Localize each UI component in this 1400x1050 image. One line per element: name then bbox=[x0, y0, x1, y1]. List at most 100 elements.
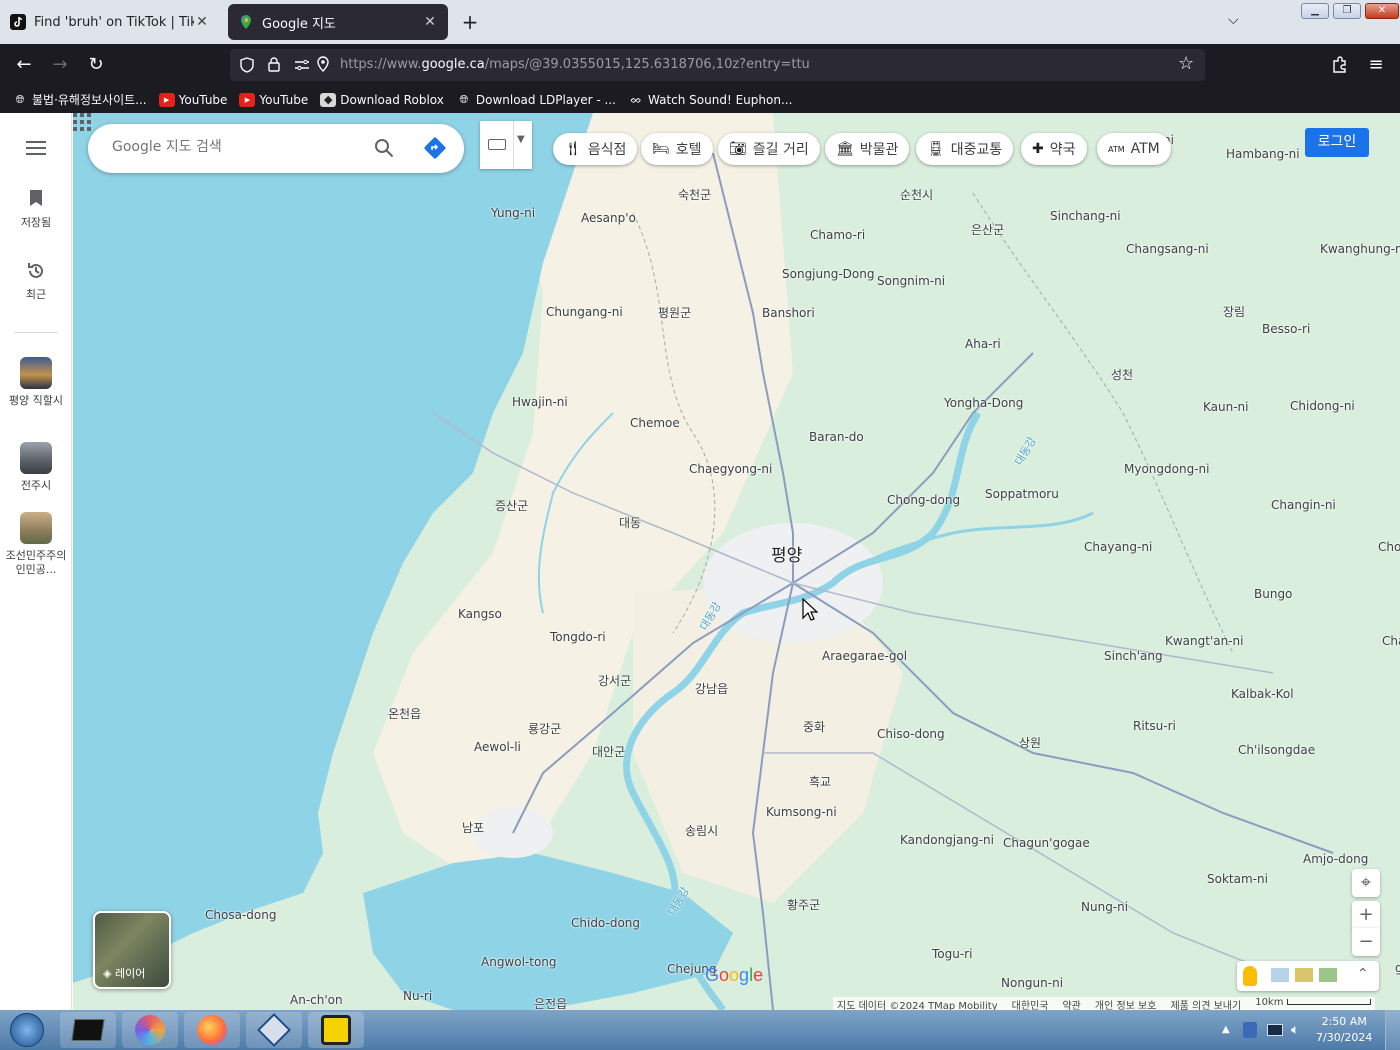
place-label[interactable]: 평원군 bbox=[658, 304, 691, 321]
place-label[interactable]: 장림 bbox=[1223, 303, 1245, 320]
place-label[interactable]: Aesanp'o bbox=[581, 211, 636, 225]
place-label[interactable]: Chongs bbox=[1378, 540, 1400, 554]
minimize-button[interactable]: ▁ bbox=[1301, 3, 1329, 19]
chrome-like-icon[interactable] bbox=[122, 1012, 178, 1048]
menu-hamburger-icon[interactable]: ≡ bbox=[1365, 54, 1387, 76]
close-tab-icon[interactable]: ✕ bbox=[194, 14, 210, 30]
place-label[interactable]: 은산군 bbox=[971, 221, 1004, 238]
place-label[interactable]: 남포 bbox=[462, 819, 484, 836]
place-label[interactable]: 증산군 bbox=[495, 497, 528, 514]
place-label[interactable]: Kangso bbox=[458, 607, 502, 621]
my-location-button[interactable]: ⌖ bbox=[1352, 869, 1380, 897]
zoom-out-button[interactable]: − bbox=[1352, 928, 1380, 956]
restore-button[interactable]: ❐ bbox=[1333, 3, 1361, 19]
location-icon[interactable] bbox=[316, 56, 330, 73]
search-icon[interactable] bbox=[374, 138, 394, 158]
tray-app-icon[interactable] bbox=[1243, 1022, 1257, 1038]
place-label[interactable]: Besso-ri bbox=[1262, 322, 1310, 336]
place-label[interactable]: Togu-ri bbox=[932, 947, 972, 961]
zoom-in-button[interactable]: + bbox=[1352, 901, 1380, 929]
bookmark-item[interactable]: 🌐︎ 불법·유해정보사이트... bbox=[12, 91, 147, 108]
privacy-link[interactable]: 개인 정보 보호 bbox=[1095, 997, 1157, 1010]
place-label[interactable]: Soppatmoru bbox=[985, 487, 1059, 501]
place-label[interactable]: Bungo bbox=[1254, 587, 1292, 601]
place-label[interactable]: Chamo-ri bbox=[810, 228, 865, 242]
directions-icon[interactable] bbox=[424, 137, 446, 159]
terminal-icon[interactable] bbox=[60, 1012, 116, 1048]
place-label[interactable]: Changsang-ni bbox=[1126, 242, 1209, 256]
place-label[interactable]: Sinchang-ni bbox=[1050, 209, 1121, 223]
place-label[interactable]: Yung-ni bbox=[491, 206, 535, 220]
place-label[interactable]: Kumsong-ni bbox=[766, 805, 837, 819]
bookmark-item[interactable]: ▶ YouTube bbox=[239, 92, 308, 107]
place-label[interactable]: 룡강군 bbox=[528, 720, 561, 737]
place-label[interactable]: Kwanghung-ni bbox=[1320, 242, 1400, 256]
place-label[interactable]: 숙천군 bbox=[678, 186, 711, 203]
place-label[interactable]: Banshori bbox=[762, 306, 815, 320]
place-label[interactable]: Chemoe bbox=[630, 416, 680, 430]
place-label[interactable]: Ritsu-ri bbox=[1133, 719, 1176, 733]
rail-recent[interactable]: 최근 bbox=[0, 261, 72, 302]
place-label[interactable]: Ch'ilsongdae bbox=[1238, 743, 1315, 757]
chip-restaurants[interactable]: 🍴︎ 음식점 bbox=[553, 133, 638, 165]
place-label[interactable]: 대안군 bbox=[592, 743, 625, 760]
place-label[interactable]: Nu-ri bbox=[403, 989, 432, 1003]
bookmark-item[interactable]: ◆ Download Roblox bbox=[320, 92, 444, 107]
place-label[interactable]: Tongdo-ri bbox=[550, 630, 606, 644]
close-tab-icon[interactable]: ✕ bbox=[422, 14, 438, 30]
place-label[interactable]: 온천읍 bbox=[388, 705, 421, 722]
virtualbox-icon[interactable] bbox=[246, 1012, 302, 1048]
place-label[interactable]: Chiso-dong bbox=[877, 727, 945, 741]
pegman-icon[interactable] bbox=[1243, 966, 1257, 986]
chip-pharmacy[interactable]: ✚ 약국 bbox=[1021, 133, 1087, 165]
place-label[interactable]: Amjo-dong bbox=[1303, 852, 1368, 866]
place-label[interactable]: Nung-ni bbox=[1081, 900, 1128, 914]
place-label[interactable]: Songnim-ni bbox=[877, 274, 945, 288]
extensions-icon[interactable] bbox=[1331, 55, 1349, 73]
place-label[interactable]: 순천시 bbox=[900, 186, 933, 203]
google-apps-icon[interactable] bbox=[73, 113, 91, 131]
chevron-up-icon[interactable]: ▲ bbox=[1222, 1024, 1230, 1035]
layers-button[interactable]: ◈ 레이어 bbox=[93, 911, 171, 989]
taskbar-clock[interactable]: 2:50 AM 7/30/2024 bbox=[1316, 1014, 1372, 1046]
shield-icon[interactable] bbox=[239, 57, 255, 73]
feedback-link[interactable]: 제품 의견 보내기 bbox=[1170, 997, 1241, 1010]
chevron-down-icon[interactable]: ⌵ bbox=[1228, 12, 1239, 28]
bookmark-item[interactable]: ▶ YouTube bbox=[158, 92, 227, 107]
place-label[interactable]: Chayang-ni bbox=[1084, 540, 1152, 554]
place-label[interactable]: Hwajin-ni bbox=[512, 395, 568, 409]
place-label[interactable]: Soktam-ni bbox=[1207, 872, 1268, 886]
place-label[interactable]: Songjung-Dong bbox=[782, 267, 874, 281]
place-label[interactable]: Chagun'gogae bbox=[1003, 836, 1090, 850]
chevron-up-icon[interactable]: ⌃ bbox=[1357, 966, 1369, 982]
place-label[interactable]: g-ni bbox=[1395, 961, 1400, 975]
place-label[interactable]: Chungang-ni bbox=[546, 305, 623, 319]
place-label[interactable]: Chong-dong bbox=[887, 493, 960, 507]
place-label[interactable]: 은전읍 bbox=[534, 995, 567, 1010]
roblox-studio-icon[interactable] bbox=[308, 1012, 364, 1048]
chip-hotels[interactable]: 🛏︎ 호텔 bbox=[641, 133, 713, 165]
scale-bar[interactable]: 10km bbox=[1255, 997, 1371, 1010]
place-label[interactable]: 상원 bbox=[1019, 734, 1041, 751]
caret-down-icon[interactable]: ▼ bbox=[517, 134, 525, 145]
place-label[interactable]: 대동 bbox=[619, 514, 641, 531]
chip-museums[interactable]: 🏛︎ 박물관 bbox=[825, 133, 910, 165]
permissions-icon[interactable] bbox=[294, 58, 310, 72]
map-canvas[interactable]: 평양 숙천군 순천시은산군 Yung-ni Aesanp'o Chamo-ri Sincha… bbox=[73, 113, 1400, 1010]
place-label[interactable]: Kalbak-Kol bbox=[1231, 687, 1294, 701]
place-label[interactable]: Chidong-ni bbox=[1290, 399, 1355, 413]
firefox-icon[interactable] bbox=[184, 1012, 240, 1048]
place-label[interactable]: Aewol-li bbox=[474, 740, 521, 754]
recent-place-pyongyang[interactable]: 평양 직할시 bbox=[0, 357, 72, 408]
place-label[interactable]: Kwangt'an-ni bbox=[1165, 634, 1244, 648]
place-label[interactable]: Nongun-ni bbox=[1001, 976, 1063, 990]
place-label[interactable]: 흑교 bbox=[809, 773, 831, 790]
new-tab-button[interactable]: + bbox=[458, 10, 482, 34]
search-box[interactable] bbox=[88, 124, 464, 173]
place-label[interactable]: 강서군 bbox=[598, 672, 631, 689]
traffic-thumb-icon[interactable] bbox=[1319, 968, 1337, 982]
place-label[interactable]: 평양 bbox=[771, 541, 802, 566]
place-label[interactable]: Chaegyong-ni bbox=[689, 462, 772, 476]
place-label[interactable]: Yongha-Dong bbox=[944, 396, 1023, 410]
place-label[interactable]: Aha-ri bbox=[965, 337, 1001, 351]
